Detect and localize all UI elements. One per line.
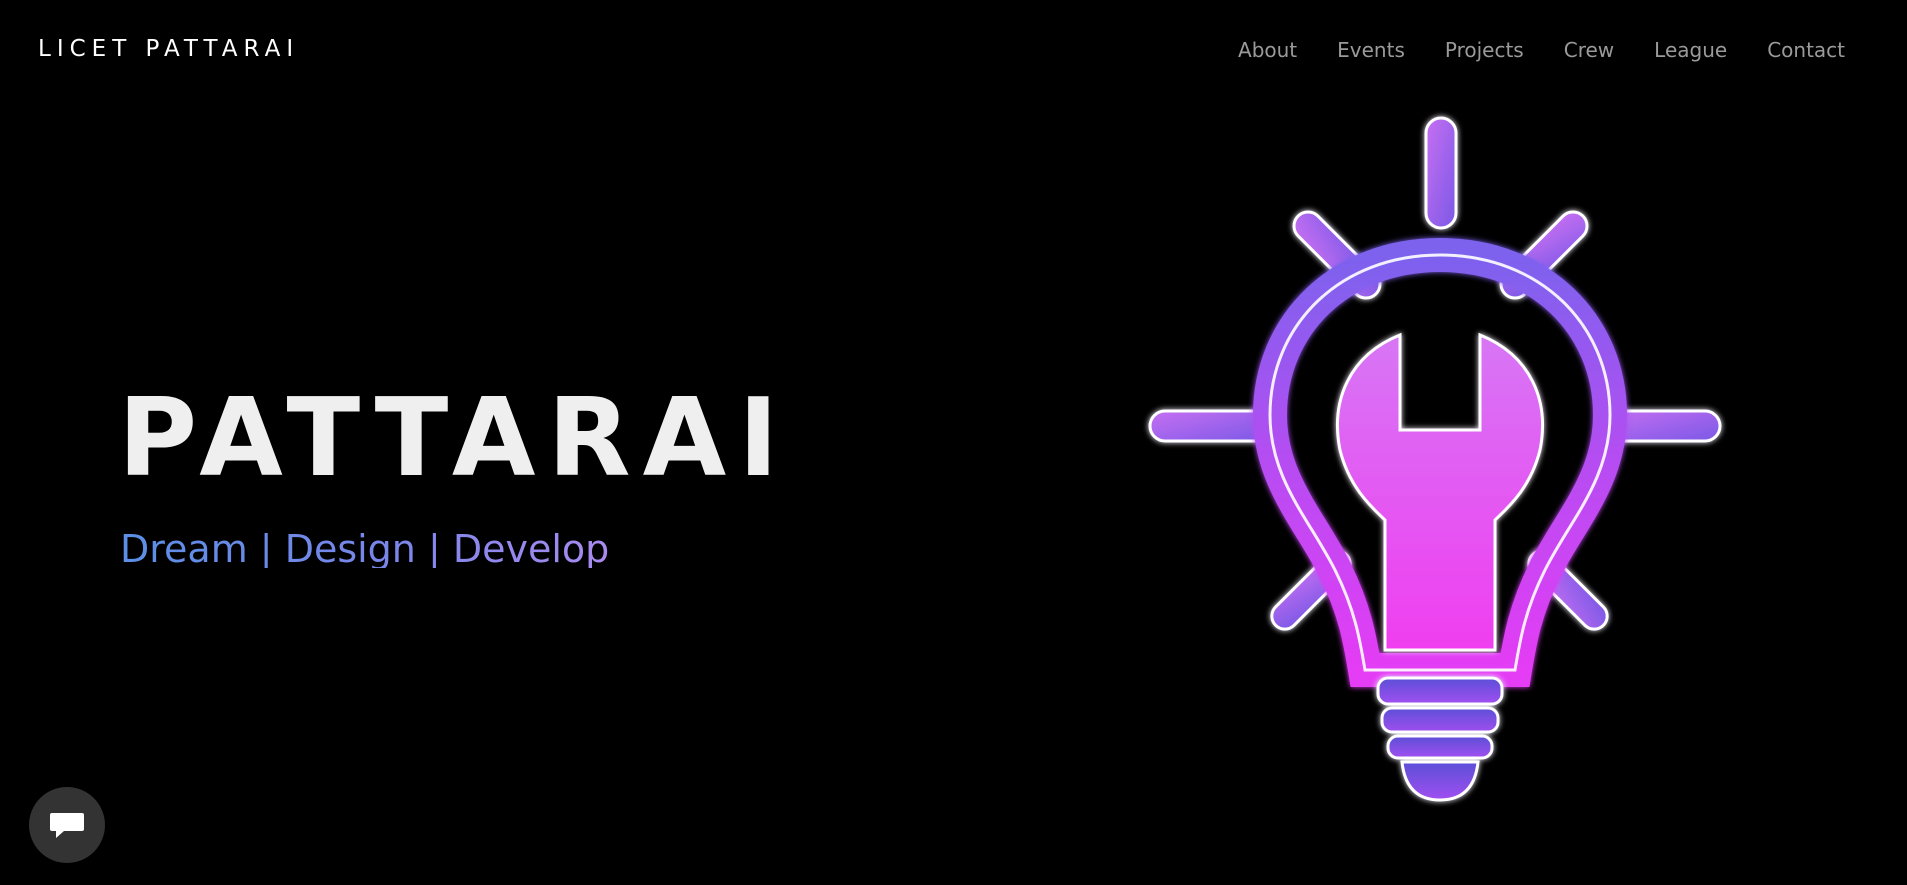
bulb-base-ring-1 — [1376, 676, 1504, 706]
nav-contact-link[interactable]: Contact — [1767, 38, 1845, 62]
ray-top — [1424, 116, 1458, 230]
nav-events-link[interactable]: Events — [1337, 38, 1405, 62]
site-brand[interactable]: LICET PATTARAI — [38, 36, 299, 62]
chat-button[interactable] — [29, 787, 105, 863]
chat-bubble-icon — [50, 813, 84, 838]
bulb-base-tip — [1400, 760, 1480, 802]
page: LICET PATTARAI About Events Projects Cre… — [0, 0, 1907, 885]
ray-left — [1148, 409, 1272, 443]
nav-league-link[interactable]: League — [1654, 38, 1727, 62]
main-nav: About Events Projects Crew League Contac… — [1238, 38, 1845, 62]
bulb-base-ring-3 — [1386, 734, 1494, 760]
wrench-shape — [1336, 332, 1544, 652]
nav-about-link[interactable]: About — [1238, 38, 1297, 62]
bulb-base-ring-2 — [1380, 706, 1500, 734]
nav-crew-link[interactable]: Crew — [1564, 38, 1614, 62]
lightbulb-wrench-icon — [1130, 110, 1750, 810]
hero-tagline: Dream | Design | Develop — [120, 527, 610, 571]
nav-projects-link[interactable]: Projects — [1445, 38, 1524, 62]
hero-title: PATTARAI — [118, 376, 791, 501]
lightbulb-illustration — [1148, 116, 1722, 802]
